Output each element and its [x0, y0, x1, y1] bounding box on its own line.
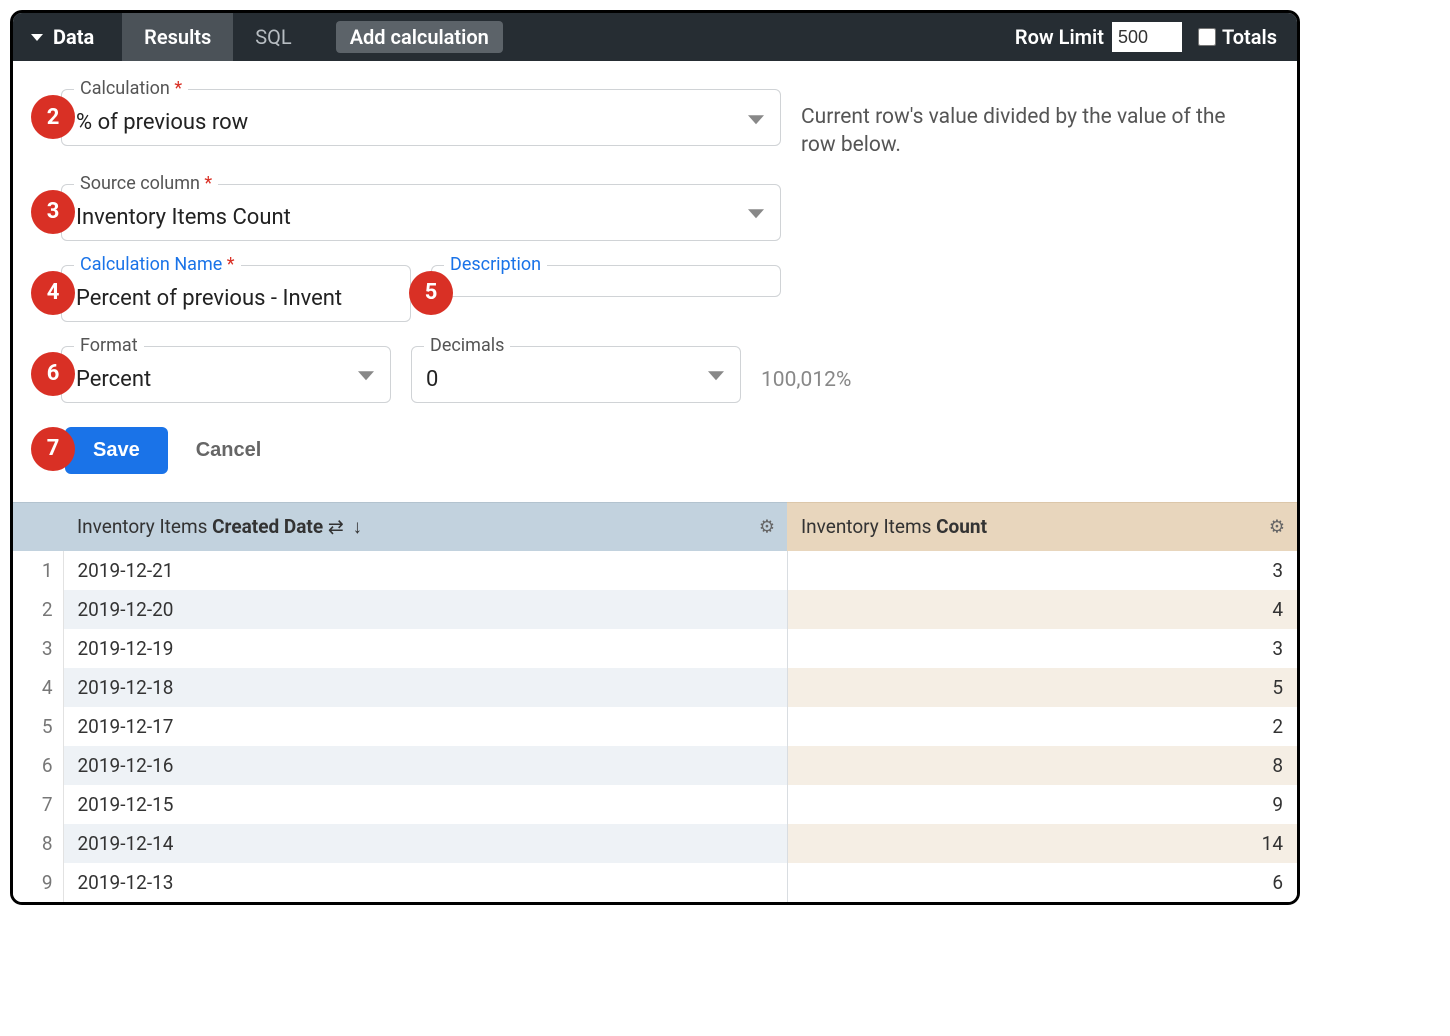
tab-results-label: Results — [144, 25, 211, 49]
cell-count: 4 — [787, 590, 1297, 629]
step-badge-7: 7 — [31, 427, 75, 471]
table-row[interactable]: 72019-12-159 — [13, 785, 1297, 824]
chevron-down-icon — [748, 115, 764, 124]
row-number: 7 — [13, 785, 63, 824]
source-column-label: Source column * — [74, 173, 218, 194]
row-number: 3 — [13, 629, 63, 668]
decimals-label: Decimals — [424, 335, 510, 356]
app-frame: Data Results SQL Add calculation Row Lim… — [10, 10, 1300, 905]
row-number: 2 — [13, 590, 63, 629]
totals-checkbox[interactable] — [1198, 28, 1216, 46]
results-table: Inventory Items Created Date ⇄ ↓ ⚙ Inven… — [13, 502, 1297, 902]
chevron-down-icon — [358, 371, 374, 380]
cell-created-date: 2019-12-21 — [63, 551, 787, 590]
cell-count: 5 — [787, 668, 1297, 707]
row-number: 9 — [13, 863, 63, 902]
step-badge-3: 3 — [31, 190, 75, 234]
row-limit-label: Row Limit — [1015, 25, 1104, 49]
format-label: Format — [74, 335, 144, 356]
cell-count: 2 — [787, 707, 1297, 746]
tab-sql[interactable]: SQL — [233, 13, 313, 61]
source-column-value: Inventory Items Count — [76, 205, 766, 230]
cell-created-date: 2019-12-18 — [63, 668, 787, 707]
cell-created-date: 2019-12-15 — [63, 785, 787, 824]
format-value: Percent — [76, 367, 376, 392]
calculation-label: Calculation * — [74, 78, 188, 99]
totals-group: Totals — [1198, 13, 1297, 61]
row-limit-group: Row Limit — [1015, 13, 1198, 61]
calculation-hint: Current row's value divided by the value… — [801, 89, 1261, 160]
cell-created-date: 2019-12-16 — [63, 746, 787, 785]
decimals-select[interactable]: Decimals 0 — [411, 346, 741, 403]
tab-data[interactable]: Data — [13, 13, 122, 61]
tab-add-calculation[interactable]: Add calculation — [314, 13, 525, 61]
cell-count: 14 — [787, 824, 1297, 863]
calculation-name-input[interactable]: Calculation Name * Percent of previous -… — [61, 265, 411, 322]
add-calculation-label: Add calculation — [336, 21, 503, 53]
step-badge-4: 4 — [31, 271, 75, 315]
cell-created-date: 2019-12-14 — [63, 824, 787, 863]
chevron-down-icon — [708, 371, 724, 380]
source-column-select[interactable]: Source column * Inventory Items Count — [61, 184, 781, 241]
tab-sql-label: SQL — [255, 25, 291, 49]
calculation-name-label: Calculation Name * — [74, 254, 241, 275]
column-header-created-date[interactable]: Inventory Items Created Date ⇄ ↓ ⚙ — [63, 502, 787, 551]
table-row[interactable]: 12019-12-213 — [13, 551, 1297, 590]
table-row[interactable]: 62019-12-168 — [13, 746, 1297, 785]
cell-count: 3 — [787, 551, 1297, 590]
table-row[interactable]: 92019-12-136 — [13, 863, 1297, 902]
cell-count: 9 — [787, 785, 1297, 824]
totals-label: Totals — [1222, 25, 1277, 49]
table-row[interactable]: 42019-12-185 — [13, 668, 1297, 707]
cell-created-date: 2019-12-20 — [63, 590, 787, 629]
cell-created-date: 2019-12-19 — [63, 629, 787, 668]
chevron-down-icon — [748, 209, 764, 218]
description-label: Description — [444, 254, 547, 275]
format-select[interactable]: Format Percent — [61, 346, 391, 403]
table-row[interactable]: 22019-12-204 — [13, 590, 1297, 629]
row-limit-input[interactable] — [1112, 22, 1182, 52]
cell-created-date: 2019-12-17 — [63, 707, 787, 746]
table-row[interactable]: 82019-12-1414 — [13, 824, 1297, 863]
row-number: 5 — [13, 707, 63, 746]
cell-count: 3 — [787, 629, 1297, 668]
decimals-value: 0 — [426, 367, 726, 392]
row-number: 8 — [13, 824, 63, 863]
save-button[interactable]: Save — [65, 427, 168, 474]
caret-down-icon — [31, 34, 43, 41]
cell-count: 6 — [787, 863, 1297, 902]
calculation-name-value: Percent of previous - Invent — [76, 286, 396, 311]
cancel-button[interactable]: Cancel — [196, 439, 262, 462]
cell-count: 8 — [787, 746, 1297, 785]
cell-created-date: 2019-12-13 — [63, 863, 787, 902]
table-row[interactable]: 52019-12-172 — [13, 707, 1297, 746]
sort-icon[interactable]: ⇄ ↓ — [328, 515, 364, 538]
description-input[interactable]: Description — [431, 265, 781, 297]
calculation-select[interactable]: Calculation * % of previous row — [61, 89, 781, 146]
calculation-value: % of previous row — [76, 110, 766, 135]
column-header-count[interactable]: Inventory Items Count ⚙ — [787, 502, 1297, 551]
step-badge-6: 6 — [31, 352, 75, 396]
step-badge-5: 5 — [409, 271, 453, 315]
row-number-header — [13, 502, 63, 551]
row-number: 1 — [13, 551, 63, 590]
calculation-form: 2 Calculation * % of previous row Curren… — [13, 61, 1297, 502]
table-row[interactable]: 32019-12-193 — [13, 629, 1297, 668]
tab-data-label: Data — [53, 25, 94, 49]
row-number: 4 — [13, 668, 63, 707]
format-preview: 100,012% — [761, 346, 851, 392]
tab-results[interactable]: Results — [122, 13, 233, 61]
step-badge-2: 2 — [31, 95, 75, 139]
spacer — [525, 13, 1015, 61]
top-bar: Data Results SQL Add calculation Row Lim… — [13, 13, 1297, 61]
gear-icon[interactable]: ⚙ — [1269, 516, 1285, 537]
row-number: 6 — [13, 746, 63, 785]
gear-icon[interactable]: ⚙ — [759, 516, 775, 537]
